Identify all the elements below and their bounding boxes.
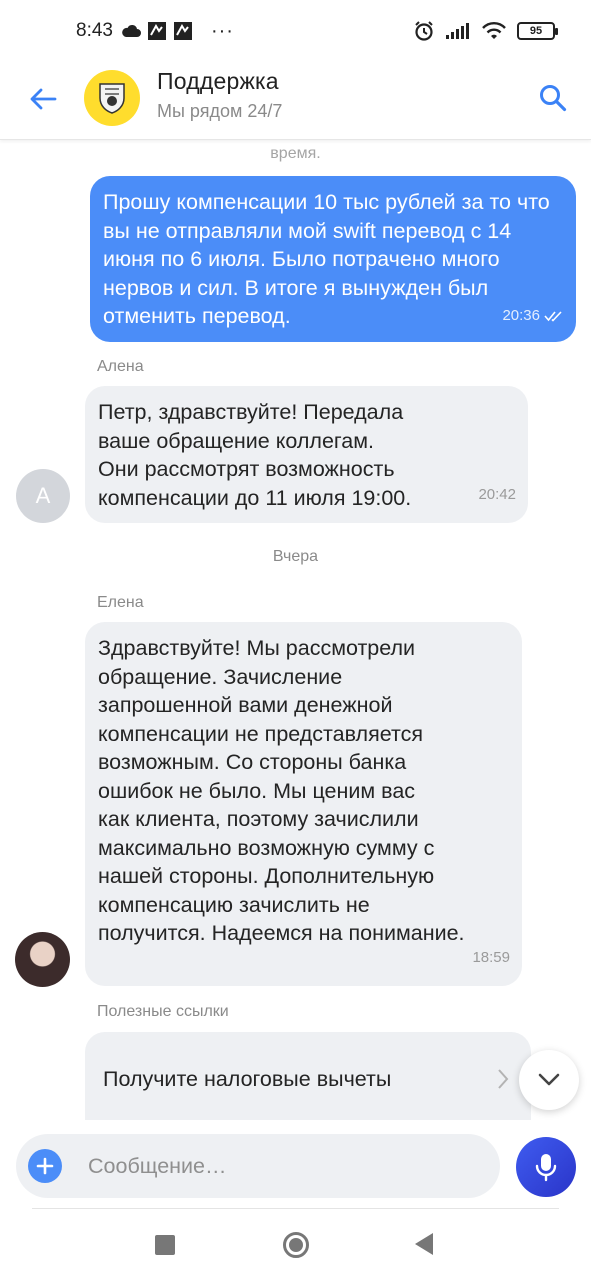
message-input[interactable] — [88, 1146, 478, 1186]
message-line: компенсации не представляется — [98, 721, 423, 746]
arrow-left-icon — [30, 88, 57, 110]
bank-logo-icon — [99, 83, 125, 114]
alarm-icon — [415, 21, 433, 41]
message-time: 18:59 — [472, 948, 510, 966]
cloud-icon — [122, 24, 141, 37]
message-time: 20:36 — [502, 306, 540, 324]
back-button[interactable] — [26, 82, 60, 116]
message-line: как клиента, поэтому зачислили — [98, 807, 419, 831]
system-nav-bar — [0, 1216, 591, 1280]
incoming-message[interactable]: Петр, здравствуйте! Передала ваше обраще… — [85, 386, 528, 523]
status-bar: 8:43 ··· 95 — [0, 0, 591, 62]
day-separator: Вчера — [272, 548, 319, 565]
clipped-message-text: время. — [270, 145, 321, 162]
signal-icon — [446, 23, 469, 39]
chat-subtitle: Мы рядом 24/7 — [157, 101, 283, 121]
status-left-icons: ··· — [121, 20, 234, 43]
chat-area[interactable]: время. Прошу компенсации 10 тыс рублей з… — [0, 140, 591, 1120]
sender-name: Елена — [97, 594, 144, 611]
message-line: компенсации до 11 июля 19:00. — [98, 485, 412, 510]
sender-avatar[interactable]: А — [16, 469, 70, 523]
message-line: возможным. Со стороны банка — [98, 750, 407, 774]
chat-header: Поддержка Мы рядом 24/7 — [0, 62, 591, 140]
message-line: Петр, здравствуйте! Передала — [98, 400, 404, 424]
more-notifications-icon: ··· — [210, 19, 234, 42]
useful-link-text: Получите налоговые вычеты — [103, 1067, 392, 1091]
sender-avatar-photo[interactable] — [15, 932, 70, 987]
message-line: запрошенной вами денежной — [98, 693, 393, 717]
battery-icon: 95 — [517, 22, 558, 40]
chat-title: Поддержка — [157, 68, 279, 94]
sender-name: Алена — [97, 358, 144, 375]
message-time: 20:42 — [478, 485, 516, 503]
app-notification-icon-2 — [173, 22, 192, 40]
status-right-icons: 95 — [413, 20, 558, 42]
outgoing-message[interactable]: Прошу компенсации 10 тыс рублей за то чт… — [90, 176, 576, 342]
useful-link-item[interactable]: Получите налоговые вычеты — [85, 1032, 531, 1120]
message-line: Они рассмотрят возможность — [98, 457, 395, 481]
home-dot-icon — [289, 1238, 303, 1252]
message-input-bar — [0, 1120, 591, 1216]
divider — [32, 1208, 559, 1209]
microphone-icon — [535, 1154, 557, 1182]
message-meta: 20:36 — [502, 302, 564, 331]
message-line: получится. Надеемся на понимание. — [98, 921, 465, 945]
message-line: Здравствуйте! Мы рассмотрели — [98, 636, 416, 660]
search-icon — [540, 85, 567, 112]
message-line: ошибок не было. Мы ценим вас — [98, 778, 416, 803]
chat-header-text: Поддержка Мы рядом 24/7 — [157, 68, 282, 122]
message-line: ваше обращение коллегам. — [98, 428, 374, 453]
app-notification-icon — [147, 22, 166, 40]
double-check-icon — [544, 311, 562, 322]
message-line: максимально возможную сумму с — [98, 835, 435, 860]
chevron-right-icon — [498, 1069, 509, 1089]
system-back-button[interactable] — [415, 1233, 433, 1255]
message-line: нашей стороны. Дополнительную — [98, 864, 435, 888]
incoming-message[interactable]: Здравствуйте! Мы рассмотрели обращение. … — [85, 622, 522, 986]
message-line: компенсацию зачислить не — [98, 892, 370, 917]
scroll-down-button[interactable] — [519, 1050, 579, 1110]
message-line: обращение. Зачисление — [98, 664, 343, 689]
home-button[interactable] — [283, 1232, 309, 1258]
bank-avatar[interactable] — [84, 70, 140, 126]
message-text: Прошу компенсации 10 тыс рублей за то чт… — [103, 190, 550, 328]
search-button[interactable] — [535, 80, 571, 116]
voice-message-button[interactable] — [516, 1137, 576, 1197]
chevron-down-icon — [538, 1073, 560, 1086]
message-input-container[interactable] — [16, 1134, 500, 1198]
recents-button[interactable] — [155, 1235, 175, 1255]
useful-links-label: Полезные ссылки — [97, 1003, 229, 1020]
wifi-icon — [482, 22, 506, 39]
attach-button[interactable] — [28, 1149, 62, 1183]
status-time: 8:43 — [76, 20, 113, 41]
plus-icon — [36, 1157, 54, 1175]
